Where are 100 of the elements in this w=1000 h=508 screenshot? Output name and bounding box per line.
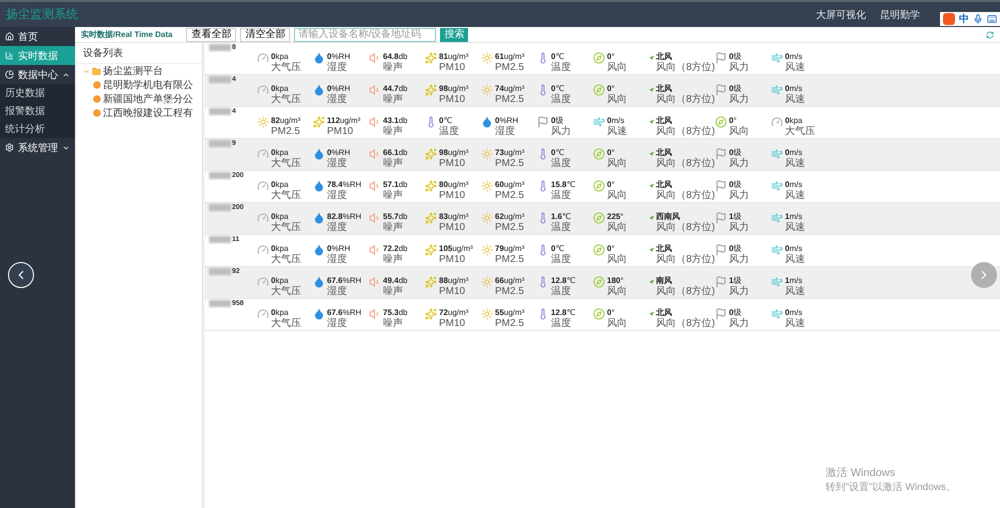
tree-node[interactable]: 昆明勤学机电有限公 — [103, 78, 193, 92]
metric-value: 0%RH — [327, 84, 350, 94]
top-link[interactable]: 昆明勤学 — [880, 8, 920, 22]
sidebar-subitem[interactable]: 历史数据 — [0, 84, 75, 102]
metric-value: 0° — [607, 308, 616, 318]
metric-value: 61ug/m³ — [495, 52, 524, 62]
metric-label: 风速 — [785, 318, 805, 329]
metric-value: 0kpa — [271, 148, 290, 158]
metric-label: PM2.5 — [495, 62, 524, 73]
sidebar-item[interactable]: 数据中心 — [0, 65, 75, 84]
metric-value: 44.7db — [383, 84, 408, 94]
refresh-icon[interactable] — [986, 30, 994, 38]
ime-toolbar[interactable]: 中 — [940, 12, 1000, 26]
blurred-text — [209, 236, 231, 243]
metric-value: 180° — [607, 276, 625, 286]
metric-label: 风向 — [607, 190, 627, 201]
metric-value: 0℃ — [551, 84, 566, 94]
metric-value: 105ug/m³ — [439, 244, 473, 254]
toolbar-button[interactable]: 清空全部 — [240, 28, 290, 42]
droplet-icon — [313, 52, 325, 64]
wind-icon — [771, 180, 783, 192]
sidebar-item[interactable]: 系统管理 — [0, 138, 75, 157]
metric-label: 风速 — [607, 126, 627, 137]
metric-value: 北风 — [656, 116, 674, 126]
keyboard-icon[interactable] — [987, 14, 997, 24]
dots-icon — [425, 84, 437, 96]
metric-value: 0%RH — [327, 52, 350, 62]
compass-icon — [593, 276, 605, 288]
metric-value: 1级 — [729, 212, 742, 222]
metric-value: 0级 — [729, 308, 742, 318]
metric-value: 66ug/m³ — [495, 276, 524, 286]
metric-value: 12.8℃ — [551, 308, 576, 318]
tree-node[interactable]: 新疆国地产单堡分公 — [103, 92, 193, 106]
flag-icon — [715, 276, 727, 288]
metric-label: 温度 — [551, 190, 572, 201]
speaker-icon — [369, 212, 381, 224]
tree-node[interactable]: 扬尘监测平台 — [103, 64, 163, 78]
blurred-text — [209, 204, 231, 211]
ime-mode[interactable]: 中 — [959, 12, 969, 26]
metric-value: 55.7db — [383, 212, 408, 222]
metric-label: 大气压 — [271, 94, 301, 105]
metric-label: PM2.5 — [495, 254, 524, 265]
tree-node[interactable]: 江西晚报建设工程有 — [103, 106, 193, 120]
metric-value: 66.1db — [383, 148, 408, 158]
wind-icon — [771, 212, 783, 224]
dots-icon — [313, 116, 325, 128]
pie-chart-icon — [5, 70, 14, 79]
metric-label: 噪声 — [383, 94, 404, 105]
metric-label: 湿度 — [327, 318, 348, 329]
microphone-icon[interactable] — [973, 14, 983, 24]
gauge-icon — [257, 84, 269, 96]
metric-value: 112ug/m³ — [327, 116, 360, 126]
metric-value: 0kpa — [271, 276, 290, 286]
metric-value: 1.6℃ — [551, 212, 572, 222]
metric-value: 0° — [607, 180, 616, 190]
metric-value: 0m/s — [785, 84, 804, 94]
gauge-icon — [257, 148, 269, 160]
metric-label: 风力 — [729, 254, 749, 265]
search-field[interactable]: 请输入设备名称/设备地址码 — [294, 28, 436, 42]
metric-label: PM2.5 — [495, 94, 524, 105]
metric-label: PM2.5 — [495, 222, 524, 233]
metric-label: PM10 — [327, 126, 354, 137]
activation-text: 转到"设置"以激活 Windows。 — [826, 480, 956, 494]
metric-label: 温度 — [551, 254, 571, 265]
wind-icon — [771, 308, 783, 320]
sidebar-item[interactable]: 首页 — [0, 27, 75, 46]
sun-icon — [481, 212, 493, 224]
metric-label: 风力 — [729, 222, 749, 233]
metric-value: 12.8℃ — [551, 276, 576, 286]
metric-label: 温度 — [439, 126, 459, 137]
sun-icon — [481, 308, 493, 320]
metric-label: 大气压 — [271, 62, 301, 73]
metric-label: PM2.5 — [495, 286, 524, 297]
metric-label: 风速 — [785, 286, 805, 297]
metric-label: 噪声 — [383, 254, 404, 265]
metric-label: 风力 — [551, 126, 571, 137]
metric-value: 74ug/m³ — [495, 84, 524, 94]
gauge-icon — [257, 52, 269, 64]
metric-value: 67.6%RH — [327, 308, 362, 318]
metric-label: 大气压 — [271, 158, 301, 169]
metric-value: 83ug/m³ — [439, 212, 468, 222]
metric-label: 风向（8方位) — [656, 158, 715, 169]
metric-label: 风向 — [607, 158, 627, 169]
metric-label: 风向（8方位) — [656, 62, 715, 73]
metric-value: 0级 — [729, 244, 742, 254]
sun-icon — [481, 84, 493, 96]
sidebar-subitem[interactable]: 统计分析 — [0, 120, 75, 138]
metric-label: 大气压 — [271, 318, 301, 329]
toolbar-button[interactable]: 查看全部 — [186, 28, 236, 42]
metric-label: 风向（8方位) — [656, 94, 715, 105]
metric-value: 北风 — [656, 308, 674, 318]
compass-icon — [593, 52, 605, 64]
top-link[interactable]: 大屏可视化 — [816, 8, 866, 22]
sidebar-subitem[interactable]: 报警数据 — [0, 102, 75, 120]
metric-label: PM10 — [439, 254, 466, 265]
metric-value: 0级 — [729, 180, 742, 190]
metric-label: 风向 — [607, 286, 627, 297]
flag-icon — [715, 212, 727, 224]
metric-value: 81ug/m³ — [439, 52, 468, 62]
speaker-icon — [369, 148, 381, 160]
